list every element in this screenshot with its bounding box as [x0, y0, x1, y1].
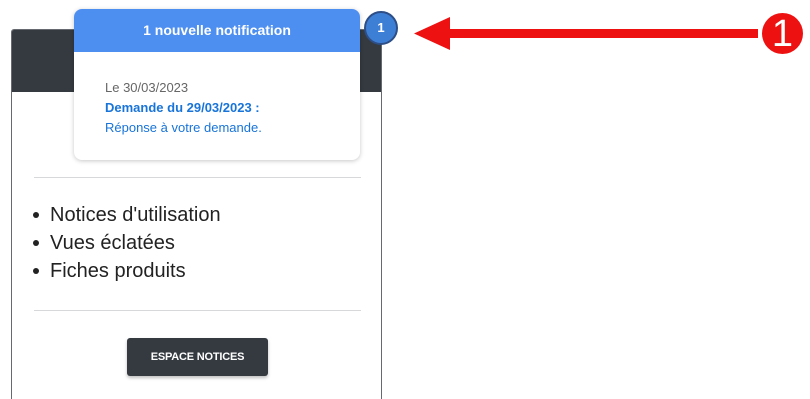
arrow-head — [414, 17, 450, 50]
arrow-shaft — [446, 29, 758, 38]
annotation-arrow-icon — [414, 17, 758, 50]
annotation-callout: 1 — [762, 13, 803, 55]
screenshot-stage: Notices d'utilisation Vues éclatées Fich… — [0, 0, 810, 399]
